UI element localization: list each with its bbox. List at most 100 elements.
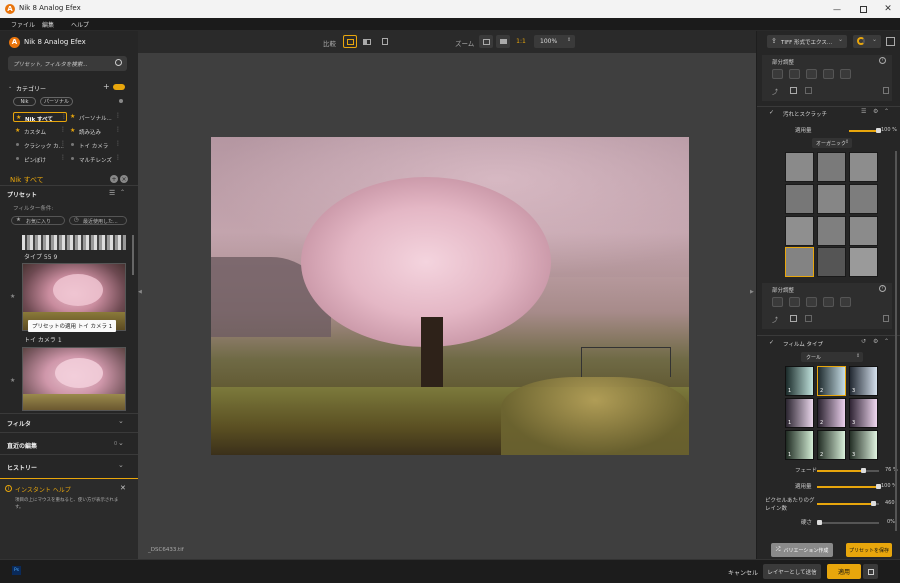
- more-icon[interactable]: ⋮: [115, 126, 121, 133]
- texture-thumbnail[interactable]: [785, 216, 814, 246]
- photoshop-icon[interactable]: Ps: [12, 566, 21, 575]
- menu-file[interactable]: ファイル: [11, 20, 35, 29]
- left-collapse-handle[interactable]: ◀: [138, 289, 142, 295]
- list-icon[interactable]: ☰: [861, 108, 866, 115]
- help-icon[interactable]: ?: [879, 285, 886, 292]
- more-icon[interactable]: ⋮: [60, 154, 66, 161]
- copy-icon[interactable]: [805, 87, 812, 94]
- eye-icon[interactable]: [789, 297, 800, 307]
- search-input[interactable]: プリセット, フィルタを検索...: [8, 56, 127, 71]
- check-icon[interactable]: ✓: [769, 339, 774, 346]
- category-item-multilens[interactable]: マルチレンズ ⋮: [68, 154, 124, 164]
- circle-point-icon[interactable]: [772, 69, 783, 79]
- film-thumbnail[interactable]: 3: [849, 430, 878, 460]
- slider-knob[interactable]: [817, 520, 822, 525]
- category-item-import[interactable]: ★ 読み込み ⋮: [68, 126, 124, 136]
- recent-filter-button[interactable]: ◷ 最近使用した...: [69, 216, 127, 225]
- scrollbar[interactable]: [132, 235, 134, 275]
- settings-dropdown[interactable]: ⌄: [853, 35, 881, 48]
- send-as-layer-button[interactable]: レイヤーとして送信: [763, 564, 821, 579]
- texture-thumbnail[interactable]: [817, 216, 846, 246]
- split-view-icon[interactable]: [886, 37, 895, 46]
- compare-overlay-button[interactable]: [343, 35, 357, 48]
- slider-knob[interactable]: [861, 468, 866, 473]
- preset-thumbnail-next[interactable]: [22, 347, 126, 411]
- gradient-icon[interactable]: [840, 297, 851, 307]
- tab-personal[interactable]: パーソナル: [40, 97, 73, 106]
- mask-icon[interactable]: [790, 87, 797, 94]
- transform-icon[interactable]: ⤴: [772, 315, 778, 324]
- menu-help[interactable]: ヘルプ: [71, 20, 89, 29]
- add-category-icon[interactable]: +: [103, 82, 110, 91]
- check-icon[interactable]: ✓: [769, 109, 774, 116]
- zoom-fill-button[interactable]: [496, 35, 510, 48]
- zoom-1to1-button[interactable]: 1:1: [514, 35, 528, 48]
- texture-thumbnail[interactable]: [849, 152, 878, 182]
- category-item-personal[interactable]: ★ パーソナル... ⋮: [68, 112, 124, 122]
- apply-button[interactable]: 適用: [827, 564, 861, 579]
- export-dropdown[interactable]: ⇪ TIFF 形式でエクス... ⌄: [767, 35, 847, 48]
- close-button[interactable]: ✕: [881, 3, 895, 15]
- category-item-bokeh[interactable]: ピンぼけ ⋮: [13, 154, 67, 164]
- favorites-filter-button[interactable]: ★ お気に入り: [11, 216, 65, 225]
- texture-thumbnail[interactable]: [785, 152, 814, 182]
- more-icon[interactable]: ⋮: [61, 113, 67, 120]
- hardness-slider[interactable]: [817, 520, 879, 526]
- category-item-nik-all[interactable]: ★ Nik すべて ⋮: [13, 112, 67, 123]
- dirt-type-dropdown[interactable]: オーガニック ⇕: [812, 138, 852, 148]
- circle-point-icon[interactable]: [772, 297, 783, 307]
- texture-thumbnail[interactable]: [849, 216, 878, 246]
- chevron-up-icon[interactable]: ⌃: [884, 338, 889, 345]
- lasso-icon[interactable]: [806, 69, 817, 79]
- close-icon[interactable]: ✕: [120, 484, 126, 492]
- trash-icon[interactable]: [883, 315, 889, 322]
- film-thumbnail[interactable]: 2: [817, 398, 846, 428]
- category-toggle[interactable]: [113, 84, 125, 90]
- apply-options-button[interactable]: [863, 564, 878, 579]
- star-icon[interactable]: ★: [10, 377, 15, 384]
- more-icon[interactable]: ⋮: [60, 126, 66, 133]
- chevron-up-icon[interactable]: ⌃: [884, 108, 889, 115]
- save-preset-button[interactable]: プリセットを保存: [846, 543, 892, 557]
- texture-thumbnail[interactable]: [849, 247, 878, 277]
- scrollbar[interactable]: [895, 151, 897, 281]
- lasso-icon[interactable]: [806, 297, 817, 307]
- brush-icon[interactable]: [823, 297, 834, 307]
- film-thumbnail[interactable]: 3: [849, 398, 878, 428]
- film-type-dropdown[interactable]: クール ⇕: [801, 352, 863, 362]
- chevron-down-icon[interactable]: ⌄: [118, 417, 124, 425]
- variation-button[interactable]: ⤮ バリエーション作成: [771, 543, 833, 557]
- zoom-fit-button[interactable]: [479, 35, 493, 48]
- texture-thumbnail[interactable]: [817, 247, 846, 277]
- gear-icon[interactable]: ⚙: [873, 338, 878, 345]
- dirt-amount-slider[interactable]: [849, 128, 881, 134]
- gear-icon[interactable]: ⚙: [873, 108, 878, 115]
- texture-thumbnail[interactable]: [817, 184, 846, 214]
- compare-trash-button[interactable]: [378, 35, 392, 48]
- history-title[interactable]: ヒストリー: [7, 463, 37, 472]
- chevron-down-icon[interactable]: ⌄: [8, 84, 12, 90]
- more-icon[interactable]: ⋮: [115, 154, 121, 161]
- maximize-button[interactable]: [856, 3, 870, 15]
- fade-slider[interactable]: [817, 468, 879, 474]
- chevron-up-icon[interactable]: ⌃: [120, 189, 125, 196]
- preset-thumbnail-type55[interactable]: [22, 235, 126, 250]
- recent-edits-title[interactable]: 直近の編集: [7, 441, 37, 450]
- main-image[interactable]: [211, 137, 689, 455]
- film-thumbnail[interactable]: 1: [785, 398, 814, 428]
- chevron-down-icon[interactable]: ⌄: [118, 439, 124, 447]
- star-icon[interactable]: ★: [10, 293, 15, 300]
- more-icon[interactable]: ⋮: [115, 140, 121, 147]
- more-icon[interactable]: ⋮: [115, 112, 121, 119]
- brush-icon[interactable]: [823, 69, 834, 79]
- compare-split-button[interactable]: [360, 35, 374, 48]
- help-icon[interactable]: ?: [879, 57, 886, 64]
- filter-section-title[interactable]: フィルタ: [7, 419, 31, 428]
- minimize-button[interactable]: —: [830, 3, 844, 15]
- category-item-classic-camera[interactable]: クラシック カ... ⋮: [13, 140, 67, 150]
- tab-nik[interactable]: Nik: [13, 97, 36, 106]
- category-item-toy-camera[interactable]: トイ カメラ ⋮: [68, 140, 124, 150]
- texture-thumbnail[interactable]: [849, 184, 878, 214]
- chevron-down-icon[interactable]: ⌄: [118, 461, 124, 469]
- film-thumbnail[interactable]: 3: [849, 366, 878, 396]
